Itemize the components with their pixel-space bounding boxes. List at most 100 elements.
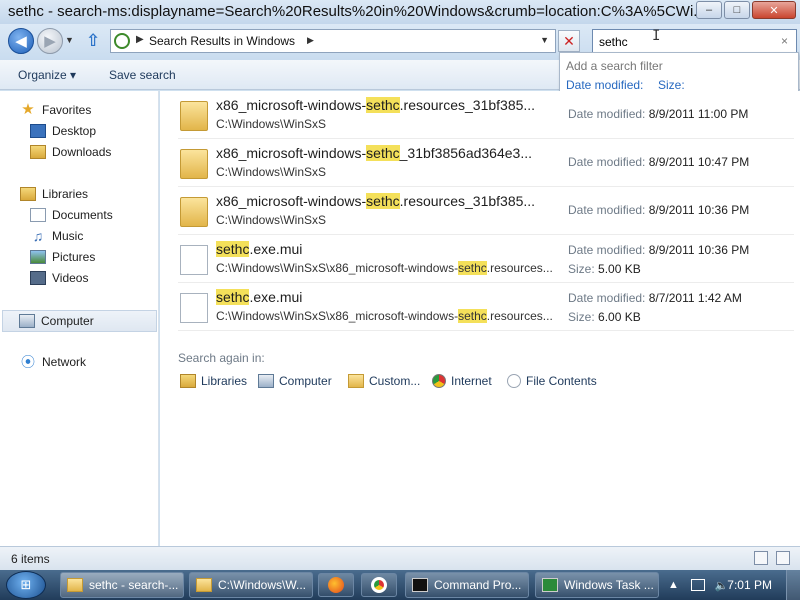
filter-date-modified[interactable]: Date modified: bbox=[566, 78, 643, 92]
taskbar-button-firefox[interactable] bbox=[318, 573, 354, 597]
date-label: Date modified: bbox=[568, 243, 646, 257]
date-label: Date modified: bbox=[568, 203, 646, 217]
window-title: sethc - search-ms:displayname=Search%20R… bbox=[8, 3, 698, 20]
folder-icon bbox=[180, 149, 208, 179]
nav-item-music[interactable]: ♫ Music bbox=[30, 227, 84, 245]
nav-item-label: Videos bbox=[52, 271, 89, 285]
close-button[interactable]: ✕ bbox=[752, 1, 796, 19]
list-item[interactable]: x86_microsoft-windows-sethc.resources_31… bbox=[178, 189, 794, 235]
show-hidden-icons-icon[interactable]: ▲ bbox=[668, 579, 679, 591]
item-date: Date modified: 8/9/2011 10:36 PM bbox=[568, 243, 749, 257]
name-text: .resources_31bf385... bbox=[399, 193, 536, 209]
breadcrumb-chevron-icon[interactable]: ▶ bbox=[307, 35, 314, 46]
organize-button[interactable]: Organize ▾ bbox=[18, 68, 76, 82]
back-button[interactable]: ◀ bbox=[8, 28, 34, 54]
nav-item-label: Computer bbox=[41, 314, 94, 328]
item-size: Size: 6.00 KB bbox=[568, 310, 641, 324]
search-again-file-contents[interactable]: File Contents bbox=[507, 374, 597, 388]
navigation-pane: ★ Favorites Desktop Downloads Libraries … bbox=[0, 91, 159, 546]
list-item[interactable]: x86_microsoft-windows-sethc.resources_31… bbox=[178, 93, 794, 139]
file-icon bbox=[180, 293, 208, 323]
nav-item-favorites[interactable]: ★ Favorites bbox=[20, 101, 91, 119]
item-path: C:\Windows\WinSxS\x86_microsoft-windows-… bbox=[216, 309, 556, 323]
nav-item-computer[interactable]: Computer bbox=[2, 310, 157, 332]
maximize-button[interactable]: □ bbox=[724, 1, 750, 19]
date-label: Date modified: bbox=[568, 155, 646, 169]
show-desktop-button[interactable] bbox=[786, 570, 800, 600]
stop-search-button[interactable]: ✕ bbox=[558, 30, 580, 52]
file-icon bbox=[180, 245, 208, 275]
nav-item-libraries[interactable]: Libraries bbox=[20, 185, 88, 203]
filter-size[interactable]: Size: bbox=[658, 78, 685, 92]
address-bar[interactable]: ▶ Search Results in Windows ▶ ▼ bbox=[110, 29, 556, 53]
search-input[interactable]: sethc × bbox=[592, 29, 797, 53]
pictures-icon bbox=[30, 250, 46, 264]
path-match-highlight: sethc bbox=[458, 261, 487, 275]
clock[interactable]: 7:01 PM bbox=[727, 578, 772, 592]
search-again-label: Search again in: bbox=[178, 351, 265, 365]
chrome-icon bbox=[371, 577, 387, 593]
search-again-libraries[interactable]: Libraries bbox=[180, 374, 247, 388]
internet-browser-icon bbox=[432, 374, 446, 388]
large-icons-view-icon[interactable] bbox=[776, 551, 790, 565]
search-results-list: x86_microsoft-windows-sethc.resources_31… bbox=[160, 91, 800, 546]
nav-item-downloads[interactable]: Downloads bbox=[30, 143, 111, 161]
name-text: .exe.mui bbox=[249, 289, 303, 305]
path-text: C:\Windows\WinSxS\x86_microsoft-windows- bbox=[216, 261, 459, 275]
search-again-custom[interactable]: Custom... bbox=[348, 374, 420, 388]
nav-item-label: Downloads bbox=[52, 145, 112, 159]
save-search-button[interactable]: Save search bbox=[109, 68, 176, 82]
taskbar-button-label: Command Pro... bbox=[434, 578, 522, 592]
date-label: Date modified: bbox=[568, 107, 646, 121]
nav-item-desktop[interactable]: Desktop bbox=[30, 122, 96, 140]
date-value: 8/9/2011 10:47 PM bbox=[648, 155, 750, 169]
item-name: sethc.exe.mui bbox=[216, 289, 556, 305]
up-arrow-icon[interactable]: ⇧ bbox=[86, 31, 100, 51]
search-input-value[interactable]: sethc bbox=[599, 35, 628, 49]
nav-item-label: Desktop bbox=[52, 124, 97, 138]
clear-search-icon[interactable]: × bbox=[781, 34, 788, 48]
name-text: .exe.mui bbox=[249, 241, 303, 257]
nav-item-network[interactable]: ⦿ Network bbox=[20, 353, 86, 371]
item-date: Date modified: 8/7/2011 1:42 AM bbox=[568, 291, 742, 305]
nav-item-videos[interactable]: Videos bbox=[30, 269, 88, 287]
task-manager-icon bbox=[542, 578, 558, 592]
desktop-icon bbox=[30, 124, 46, 138]
taskbar-button-search[interactable]: sethc - search-... bbox=[60, 572, 184, 598]
network-tray-icon[interactable] bbox=[690, 579, 705, 591]
minimize-button[interactable]: – bbox=[696, 1, 722, 19]
taskbar-button-command-prompt[interactable]: Command Pro... bbox=[405, 572, 529, 598]
nav-item-documents[interactable]: Documents bbox=[30, 206, 113, 224]
taskbar-button-windows-folder[interactable]: C:\Windows\W... bbox=[189, 572, 313, 598]
nav-item-label: Documents bbox=[52, 208, 113, 222]
taskbar-button-chrome[interactable] bbox=[361, 573, 397, 597]
breadcrumb-separator-icon[interactable]: ▶ bbox=[136, 34, 144, 45]
view-controls bbox=[754, 551, 790, 565]
recent-pages-dropdown[interactable]: ▼ bbox=[65, 35, 74, 45]
breadcrumb-search-results[interactable]: Search Results in Windows bbox=[149, 34, 295, 48]
date-value: 8/9/2011 10:36 PM bbox=[648, 203, 750, 217]
details-view-icon[interactable] bbox=[754, 551, 768, 565]
custom-folder-icon bbox=[348, 374, 364, 388]
path-text: .resources... bbox=[486, 309, 553, 323]
taskbar-button-task-manager[interactable]: Windows Task ... bbox=[535, 572, 659, 598]
list-item[interactable]: x86_microsoft-windows-sethc_31bf3856ad36… bbox=[178, 141, 794, 187]
size-label: Size: bbox=[568, 262, 595, 276]
address-dropdown-icon[interactable]: ▼ bbox=[540, 35, 549, 45]
list-item[interactable]: sethc.exe.mui C:\Windows\WinSxS\x86_micr… bbox=[178, 285, 794, 331]
start-button[interactable]: ⊞ bbox=[6, 571, 46, 599]
window-controls: – □ ✕ bbox=[696, 1, 796, 19]
taskbar-button-label: sethc - search-... bbox=[89, 578, 179, 592]
name-match-highlight: sethc bbox=[216, 289, 250, 305]
search-again-computer[interactable]: Computer bbox=[258, 374, 332, 388]
name-match-highlight: sethc bbox=[366, 145, 400, 161]
search-again-label-libraries: Libraries bbox=[201, 374, 248, 388]
item-date: Date modified: 8/9/2011 10:47 PM bbox=[568, 155, 749, 169]
search-again-internet[interactable]: Internet bbox=[432, 374, 492, 388]
nav-item-pictures[interactable]: Pictures bbox=[30, 248, 95, 266]
forward-button[interactable]: ▶ bbox=[37, 28, 63, 54]
list-item[interactable]: sethc .exe.mui C:\Windows\WinSxS\x86_micr… bbox=[178, 237, 794, 283]
command-prompt-icon bbox=[412, 578, 428, 592]
folder-icon bbox=[180, 197, 208, 227]
name-text: _31bf3856ad364e3... bbox=[399, 145, 532, 161]
